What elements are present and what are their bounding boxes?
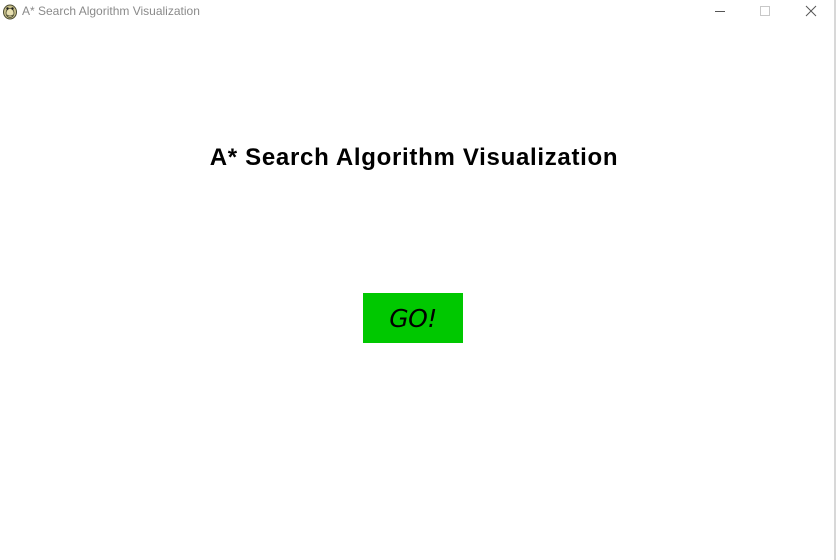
- window-title: A* Search Algorithm Visualization: [22, 4, 200, 18]
- maximize-button[interactable]: [742, 0, 788, 24]
- page-heading: A* Search Algorithm Visualization: [209, 144, 619, 171]
- maximize-icon: [760, 6, 770, 16]
- go-button[interactable]: GO!: [363, 293, 463, 343]
- minimize-icon: [715, 11, 725, 12]
- close-button[interactable]: [788, 0, 834, 24]
- pygame-snake-icon: [2, 3, 18, 20]
- minimize-button[interactable]: [697, 0, 743, 24]
- window-titlebar[interactable]: A* Search Algorithm Visualization: [0, 0, 834, 24]
- close-icon: [805, 5, 817, 17]
- main-canvas: A* Search Algorithm Visualization GO!: [0, 24, 834, 560]
- app-window: A* Search Algorithm Visualization A* Sea…: [0, 0, 836, 560]
